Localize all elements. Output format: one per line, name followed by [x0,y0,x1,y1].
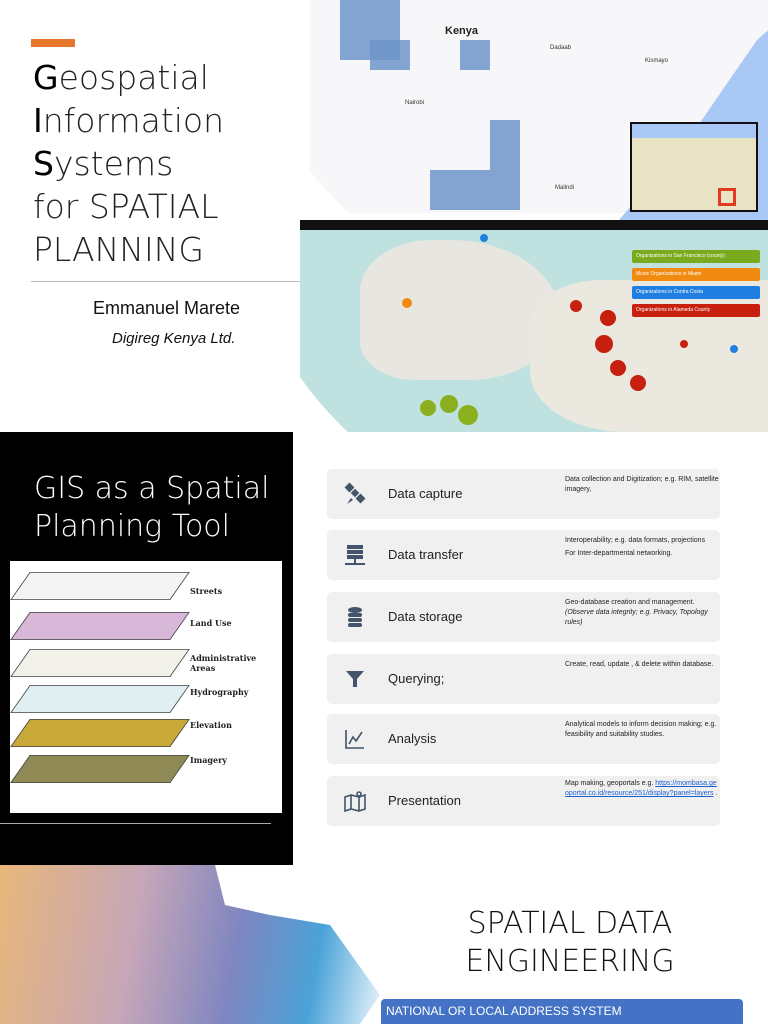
title-line: for SPATIAL [33,187,219,226]
map-place-label: Dadaab [550,45,572,51]
title-slide: Geospatial Information Systems for SPATI… [0,0,768,432]
layer-label: Imagery [190,755,227,765]
elevation-layer [10,719,190,747]
title-line: eospatial [58,58,209,97]
cluster-marker [570,300,582,312]
africa-inset-map [630,122,758,212]
cluster-marker [440,395,458,413]
card-querying: Querying; Create, read, update , & delet… [327,654,720,704]
gis-planning-slide: GIS as a Spatial Planning Tool Streets L… [0,432,768,865]
card-description: Map making, geoportals e.g. https://momb… [565,779,720,799]
cluster-marker [630,375,646,391]
database-icon [348,607,362,627]
protected-area [430,170,490,210]
map-place-label: Kismayo [645,58,669,64]
layer-label: Elevation [190,720,232,730]
slide-title: Geospatial Information Systems for SPATI… [33,56,224,271]
card-description: Create, read, update , & delete within d… [565,660,720,670]
land-use-layer [10,612,190,640]
cluster-marker [730,345,738,353]
map-pin-icon [344,791,366,813]
title-line: ystems [53,144,174,183]
server-network-icon [345,545,365,565]
location-marker [718,188,736,206]
cluster-marker [402,298,412,308]
cluster-marker [420,400,436,416]
line-chart-icon [345,730,364,749]
card-label: Querying; [388,671,445,686]
desc-line: (Observe data integrity; e.g. Privacy, T… [565,609,708,626]
address-system-bar: NATIONAL OR LOCAL ADDRESS SYSTEM [381,999,743,1024]
title-initial: I [33,101,43,140]
map-place-label: Nairobi [405,100,425,106]
legend-item: Music Organizations in Miami [632,268,760,281]
title-initial: G [33,58,59,97]
cluster-marker [595,335,613,353]
card-analysis: Analysis Analytical models to inform dec… [327,714,720,764]
satellite-icon [344,482,366,504]
hydrography-layer [10,685,190,713]
cluster-marker [600,310,616,326]
layer-label: Land Use [190,618,232,628]
spatial-data-engineering-slide: SPATIAL DATA ENGINEERING NATIONAL OR LOC… [0,865,768,1024]
accent-bar [31,39,75,47]
left-panel: GIS as a Spatial Planning Tool Streets L… [0,432,293,865]
cluster-marker [458,405,478,425]
card-data-transfer: Data transfer Interoperability; e.g. dat… [327,530,720,580]
desc-line: Data collection and Digitization; e.g. R… [565,476,719,493]
card-label: Presentation [388,793,461,808]
desc-line: . [713,790,718,797]
desc-line: Analytical models to inform decision mak… [565,721,717,738]
legend-item: Organizations in Contra Costa [632,286,760,299]
streets-layer [10,572,190,600]
layer-label: Hydrography [190,687,249,697]
card-data-capture: Data capture Data collection and Digitiz… [327,469,720,519]
layer-label: Streets [190,586,223,596]
kenya-protected-areas-map: Kenya Nairobi Malindi Dadaab Kismayo [310,0,768,220]
map-place-label: Malindi [555,185,575,191]
desc-line: For Inter-departmental networking. [565,550,673,557]
gis-layers-diagram: Streets Land Use Administrative Areas Hy… [10,561,282,813]
slide-title: GIS as a Spatial Planning Tool [34,471,270,544]
legend-item: Organizations in Alameda County [632,304,760,317]
card-description: Data collection and Digitization; e.g. R… [565,475,720,495]
organization: Digireg Kenya Ltd. [112,330,236,347]
filter-icon [346,671,364,687]
desc-line: Create, read, update , & delete within d… [565,661,714,668]
cluster-map: Organizations in San Francisco (county) … [300,220,768,432]
card-label: Analysis [388,731,437,746]
layer-label: Administrative Areas [190,653,257,673]
map-toolbar [300,220,768,230]
title-line: PLANNING [33,230,204,269]
card-label: Data transfer [388,547,464,562]
author-name: Emmanuel Marete [93,298,241,318]
card-data-storage: Data storage Geo-database creation and m… [327,592,720,642]
divider [0,823,271,824]
card-presentation: Presentation Map making, geoportals e.g.… [327,776,720,826]
cluster-marker [610,360,626,376]
map-country-label: Kenya [445,25,479,37]
cluster-marker [480,234,488,242]
imagery-layer [10,755,190,783]
legend-item: Organizations in San Francisco (county) [632,250,760,263]
desc-line: Interoperability; e.g. data formats, pro… [565,537,706,544]
card-label: Data storage [388,609,463,624]
protected-area [460,40,490,70]
admin-layer [10,649,190,677]
hand-tablet-photo [0,865,380,1024]
card-description: Interoperability; e.g. data formats, pro… [565,536,720,559]
card-label: Data capture [388,486,463,501]
card-description: Geo-database creation and management. (Ob… [565,598,720,628]
cluster-marker [680,340,688,348]
slide-title: SPATIAL DATA ENGINEERING [465,906,675,979]
title-initial: S [33,144,54,183]
protected-area [490,120,520,210]
protected-area [370,40,410,70]
title-line: nformation [42,101,225,140]
desc-line: Geo-database creation and management. [565,599,695,606]
desc-line: Map making, geoportals e.g. [565,780,656,787]
card-description: Analytical models to inform decision mak… [565,720,720,740]
